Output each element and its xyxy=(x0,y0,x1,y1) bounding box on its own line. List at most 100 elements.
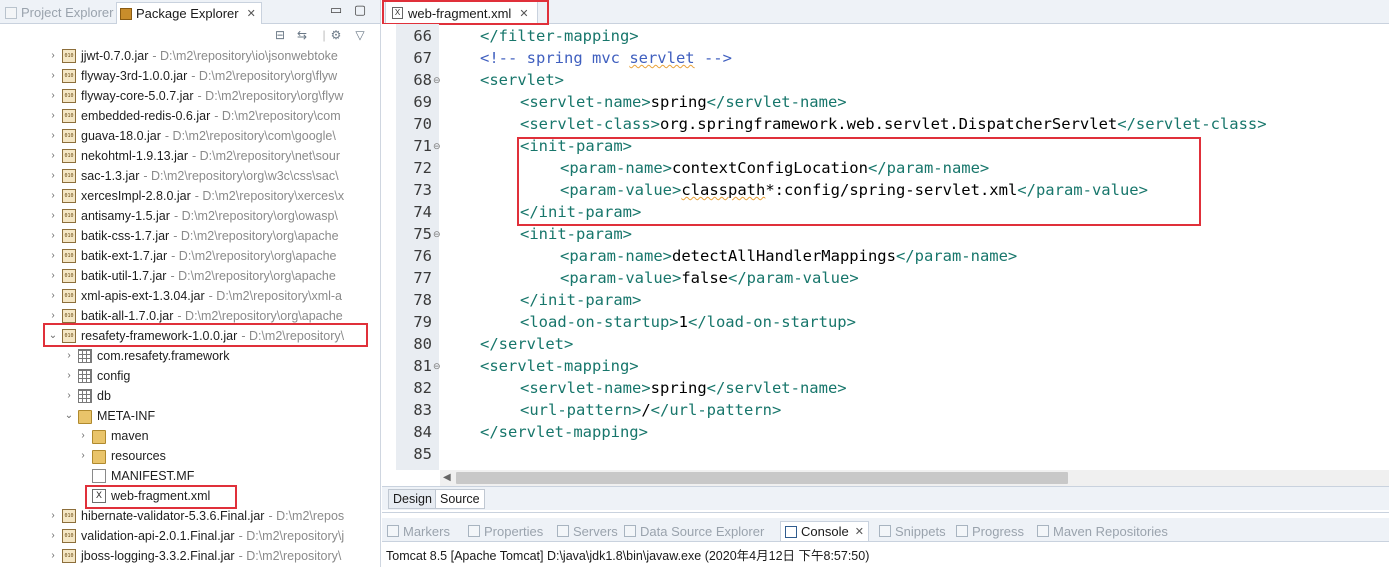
tree-item-jar[interactable]: › validation-api-2.0.1.Final.jar- D:\m2\r… xyxy=(0,526,380,546)
code-area[interactable]: </filter-mapping> <!-- spring mvc servlet… xyxy=(440,24,1389,470)
tree-item-jar[interactable]: › hibernate-validator-5.3.6.Final.jar- D:… xyxy=(0,506,380,526)
chevron-right-icon[interactable]: › xyxy=(48,226,58,246)
scroll-left-icon[interactable]: ◀ xyxy=(443,470,451,486)
collapse-all-icon[interactable]: ⊟ xyxy=(273,28,287,42)
chevron-right-icon[interactable]: › xyxy=(48,286,58,306)
chevron-right-icon[interactable]: › xyxy=(48,146,58,166)
tree-item-jar[interactable]: › antisamy-1.5.jar- D:\m2\repository\org\… xyxy=(0,206,380,226)
close-icon[interactable]: ✕ xyxy=(855,525,864,538)
code-line[interactable]: <servlet-name>spring</servlet-name> xyxy=(520,91,847,113)
code-line[interactable]: <init-param> xyxy=(520,223,632,245)
code-line[interactable]: <param-value>false</param-value> xyxy=(560,267,859,289)
chevron-right-icon[interactable]: › xyxy=(78,426,88,446)
tab-project-explorer[interactable]: Project Explorer xyxy=(2,2,118,23)
code-line[interactable]: </filter-mapping> xyxy=(480,25,639,47)
tree-item-label: maven xyxy=(111,429,149,443)
xml-tag: <servlet> xyxy=(480,71,564,89)
tree-item-jar[interactable]: › embedded-redis-0.6.jar- D:\m2\repositor… xyxy=(0,106,380,126)
tree-item-label: resources xyxy=(111,449,166,463)
xml-tag: </load-on-startup> xyxy=(687,313,856,331)
chevron-right-icon[interactable]: › xyxy=(48,166,58,186)
tree-item[interactable]: › resources xyxy=(0,446,380,466)
tree-item[interactable]: › db xyxy=(0,386,380,406)
chevron-right-icon[interactable]: › xyxy=(48,86,58,106)
code-line[interactable]: <servlet-name>spring</servlet-name> xyxy=(520,377,847,399)
scrollbar-thumb[interactable] xyxy=(456,472,1068,484)
maximize-icon[interactable]: ▢ xyxy=(353,3,367,17)
chevron-right-icon[interactable]: › xyxy=(64,386,74,406)
tab-progress[interactable]: Progress xyxy=(956,521,1024,541)
code-line[interactable]: <url-pattern>/</url-pattern> xyxy=(520,399,781,421)
code-line[interactable]: <param-name>detectAllHandlerMappings</pa… xyxy=(560,245,1017,267)
chevron-right-icon[interactable]: › xyxy=(48,206,58,226)
tab-label: Data Source Explorer xyxy=(640,523,765,539)
chevron-right-icon[interactable]: › xyxy=(48,266,58,286)
chevron-right-icon[interactable]: › xyxy=(48,126,58,146)
xml-tag: <servlet-name> xyxy=(520,93,651,111)
tree-item-jar[interactable]: › flyway-3rd-1.0.0.jar- D:\m2\repository\… xyxy=(0,66,380,86)
tree-item-jar[interactable]: › guava-18.0.jar- D:\m2\repository\com\go… xyxy=(0,126,380,146)
code-line[interactable]: <load-on-startup>1</load-on-startup> xyxy=(520,311,856,333)
tab-maven-repositories[interactable]: Maven Repositories xyxy=(1037,521,1168,541)
tree-item-jar[interactable]: › jboss-logging-3.3.2.Final.jar- D:\m2\re… xyxy=(0,546,380,566)
tree-item-path: - D:\m2\repository\org\owasp\ xyxy=(173,209,338,223)
tab-label: Maven Repositories xyxy=(1053,523,1168,539)
chevron-right-icon[interactable]: › xyxy=(48,46,58,66)
code-line[interactable]: </servlet> xyxy=(480,333,573,355)
tree-item[interactable]: › maven xyxy=(0,426,380,446)
chevron-right-icon[interactable]: › xyxy=(48,66,58,86)
chevron-right-icon[interactable]: › xyxy=(48,526,58,546)
tree-item-jar[interactable]: › jjwt-0.7.0.jar- D:\m2\repository\io\jso… xyxy=(0,46,380,66)
code-line[interactable]: <servlet> xyxy=(480,69,564,91)
tab-package-explorer[interactable]: Package Explorer ✕ xyxy=(116,2,262,24)
horizontal-scrollbar[interactable]: ◀ xyxy=(440,470,1389,486)
tab-source[interactable]: Source xyxy=(435,489,485,509)
tab-data-source-explorer[interactable]: Data Source Explorer xyxy=(624,521,764,541)
tree-item-jar[interactable]: › batik-util-1.7.jar- D:\m2\repository\or… xyxy=(0,266,380,286)
minimize-icon[interactable]: ▭ xyxy=(329,3,343,17)
tree-item-jar[interactable]: › nekohtml-1.9.13.jar- D:\m2\repository\n… xyxy=(0,146,380,166)
tab-markers[interactable]: Markers xyxy=(387,521,450,541)
tree-item-jar[interactable]: › batik-ext-1.7.jar- D:\m2\repository\org… xyxy=(0,246,380,266)
tree-item-path: - D:\m2\repository\com\google\ xyxy=(164,129,336,143)
tree-item-jar[interactable]: › batik-css-1.7.jar- D:\m2\repository\org… xyxy=(0,226,380,246)
tree-item-jar[interactable]: › xml-apis-ext-1.3.04.jar- D:\m2\reposito… xyxy=(0,286,380,306)
chevron-right-icon[interactable]: › xyxy=(64,366,74,386)
code-line[interactable]: </init-param> xyxy=(520,289,641,311)
tree-item-jar[interactable]: › sac-1.3.jar- D:\m2\repository\org\w3c\c… xyxy=(0,166,380,186)
package-icon xyxy=(78,369,92,383)
tab-servers[interactable]: Servers xyxy=(557,521,618,541)
chevron-right-icon[interactable]: › xyxy=(48,106,58,126)
chevron-right-icon[interactable]: › xyxy=(78,446,88,466)
code-line[interactable]: </servlet-mapping> xyxy=(480,421,648,443)
line-number: 76 xyxy=(413,247,432,265)
annotation-ruler xyxy=(382,24,396,470)
xml-tag: </url-pattern> xyxy=(650,401,782,419)
tab-design[interactable]: Design xyxy=(388,489,437,509)
tree-item[interactable]: ⌄ META-INF xyxy=(0,406,380,426)
chevron-down-icon[interactable]: ⌄ xyxy=(64,406,74,426)
code-line[interactable]: <!-- spring mvc servlet --> xyxy=(480,47,732,69)
tab-properties[interactable]: Properties xyxy=(468,521,543,541)
link-with-editor-icon[interactable]: ⇆ xyxy=(295,28,309,42)
tree-item-jar[interactable]: › xercesImpl-2.8.0.jar- D:\m2\repository\… xyxy=(0,186,380,206)
close-icon[interactable]: ✕ xyxy=(247,7,256,20)
view-filter-icon[interactable]: ⚙ xyxy=(329,28,343,42)
chevron-right-icon[interactable]: › xyxy=(48,546,58,566)
tree-item[interactable]: › com.resafety.framework xyxy=(0,346,380,366)
line-number: 78 xyxy=(413,291,432,309)
tree-item-label: sac-1.3.jar xyxy=(81,169,140,183)
tab-snippets[interactable]: Snippets xyxy=(879,521,946,541)
code-line[interactable]: <servlet-mapping> xyxy=(480,355,639,377)
chevron-right-icon[interactable]: › xyxy=(48,506,58,526)
chevron-right-icon[interactable]: › xyxy=(48,246,58,266)
view-menu-icon[interactable]: ▽ xyxy=(353,28,367,42)
tree-item[interactable]: MANIFEST.MF xyxy=(0,466,380,486)
tab-console[interactable]: Console ✕ xyxy=(780,521,869,541)
chevron-right-icon[interactable]: › xyxy=(64,346,74,366)
code-line[interactable]: <servlet-class>org.springframework.web.s… xyxy=(520,113,1267,135)
chevron-right-icon[interactable]: › xyxy=(48,186,58,206)
jar-icon xyxy=(62,549,76,563)
tree-item[interactable]: › config xyxy=(0,366,380,386)
tree-item-jar[interactable]: › flyway-core-5.0.7.jar- D:\m2\repository… xyxy=(0,86,380,106)
